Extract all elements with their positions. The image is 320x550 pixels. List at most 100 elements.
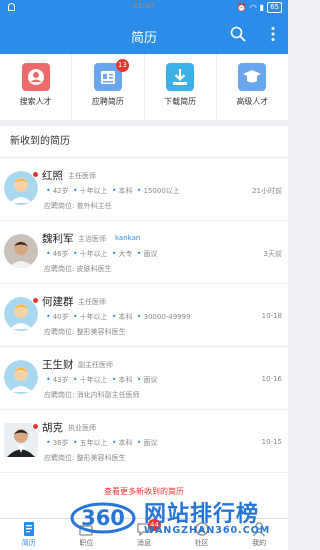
candidate-education: 本科 — [118, 439, 133, 447]
quick-action-downloaded-resumes[interactable]: 下载简历 — [143, 54, 216, 120]
separator-dot: • — [111, 186, 117, 195]
applied-job-label: 应聘岗位: — [44, 328, 75, 336]
download-icon — [166, 63, 195, 91]
separator-dot: • — [46, 438, 51, 447]
quick-action-label: 搜索人才 — [19, 97, 52, 106]
applied-job: 应聘岗位: 消化内科副主任医师 — [44, 390, 140, 400]
applied-job: 应聘岗位: 皮肤科医生 — [44, 264, 112, 274]
separator-dot: • — [72, 249, 78, 258]
tab-label: 消息 — [136, 539, 151, 547]
candidate-age: 43岁 — [52, 376, 69, 384]
alarm-icon: ⏰ — [236, 3, 247, 12]
resume-row[interactable]: 何建群 主任医师 • 40岁 • 十年以上 • 本科 • 30000-49999 应聘岗… — [0, 284, 288, 347]
separator-dot: • — [136, 249, 142, 258]
messages-badge: 44 — [147, 519, 161, 531]
tab-community[interactable]: 社区 — [173, 519, 231, 550]
wifi-icon: ◠ — [249, 3, 257, 12]
applied-job-label: 应聘岗位: — [44, 265, 75, 273]
separator-dot: • — [111, 312, 117, 321]
separator-dot: • — [46, 375, 51, 384]
view-more-link[interactable]: 查看更多新收到的简历 — [0, 486, 288, 497]
candidate-age: 46岁 — [52, 250, 69, 258]
candidate-salary: 面议 — [143, 439, 158, 447]
candidate-meta: • 36岁 • 五年以上 • 本科 • 面议 — [44, 438, 158, 448]
tab-me[interactable]: 我的 — [230, 519, 288, 550]
tab-label: 社区 — [194, 539, 209, 547]
separator-dot: • — [136, 375, 142, 384]
candidate-salary: 30000-49999 — [143, 313, 191, 321]
separator-dot: • — [72, 375, 78, 384]
separator-dot: • — [46, 186, 51, 195]
resume-row[interactable]: 魏利军 主治医师 kankan • 46岁 • 十年以上 • 大专 • 面议 应聘岗位:… — [0, 221, 288, 284]
quick-action-applied-resumes[interactable]: 13 应聘简历 — [71, 54, 143, 120]
applied-job-value: 整形美容科医生 — [76, 454, 126, 462]
applied-job: 应聘岗位: 整形美容科医生 — [44, 327, 126, 337]
tab-resume[interactable]: 简历 — [0, 519, 58, 550]
applied-job-value: 皮肤科医生 — [76, 265, 112, 273]
battery-icon: 65 — [267, 2, 282, 13]
resume-row[interactable]: 胡克 执业医师 • 36岁 • 五年以上 • 本科 • 面议 应聘岗位: 整形美容科医生… — [0, 410, 288, 473]
quick-action-label: 高级人才 — [236, 97, 269, 106]
received-time: 21小时前 — [252, 187, 282, 195]
community-icon — [194, 521, 210, 537]
received-time: 10-15 — [261, 438, 282, 446]
separator-dot: • — [136, 186, 142, 195]
separator-dot: • — [136, 438, 142, 447]
candidate-experience: 十年以上 — [79, 250, 108, 258]
quick-actions: 搜索人才 13 应聘简历 下载简历 高级人才 — [0, 54, 288, 120]
candidate-title: 副主任医师 — [78, 361, 113, 369]
avatar — [4, 360, 38, 394]
search-icon[interactable] — [230, 26, 246, 42]
candidate-education: 本科 — [118, 376, 133, 384]
candidate-meta: • 46岁 • 十年以上 • 大专 • 面议 — [44, 249, 158, 259]
candidate-salary: 面议 — [143, 250, 158, 258]
status-bar: 21:47 ⏰ ◠ ▮ 65 — [0, 0, 288, 16]
candidate-name: 何建群 — [42, 296, 74, 308]
applied-job-value: 消化内科副主任医师 — [76, 391, 140, 399]
candidate-title: 主任医师 — [78, 298, 106, 306]
candidate-salary: 15000以上 — [143, 187, 180, 195]
graduate-icon — [238, 63, 267, 91]
tab-label: 职位 — [79, 539, 94, 547]
tab-messages[interactable]: 44 消息 — [115, 519, 173, 550]
candidate-salary: 面议 — [143, 376, 158, 384]
candidate-age: 40岁 — [52, 313, 69, 321]
quick-action-label: 应聘简历 — [91, 97, 124, 106]
list-title: 新收到的简历 — [0, 126, 288, 158]
separator-dot: • — [111, 438, 117, 447]
resume-row[interactable]: 王生财 副主任医师 • 43岁 • 十年以上 • 本科 • 面议 应聘岗位: 消化内科副… — [0, 347, 288, 410]
separator-dot: • — [136, 312, 142, 321]
resume-list: 新收到的简历 红照 主任医师 • 42岁 • 十年以上 • 本科 • 15000以上 应… — [0, 126, 288, 518]
applied-job-value: 普外科主任 — [76, 202, 112, 210]
quick-action-search-talent[interactable]: 搜索人才 — [0, 54, 71, 120]
tab-jobs[interactable]: 职位 — [58, 519, 116, 550]
candidate-experience: 五年以上 — [79, 439, 108, 447]
search-person-icon — [21, 63, 50, 91]
candidate-title: 执业医师 — [68, 424, 96, 432]
resume-row[interactable]: 红照 主任医师 • 42岁 • 十年以上 • 本科 • 15000以上 应聘岗位: 普外… — [0, 158, 288, 221]
signal-icon: ▮ — [259, 3, 265, 12]
separator-dot: • — [111, 375, 117, 384]
candidate-meta: • 42岁 • 十年以上 • 本科 • 15000以上 — [44, 186, 180, 196]
candidate-name: 王生财 — [42, 359, 74, 371]
avatar — [4, 234, 38, 268]
separator-dot: • — [46, 249, 51, 258]
received-time: 10-18 — [261, 312, 282, 320]
candidate-name: 魏利军 — [42, 233, 74, 245]
applied-job-label: 应聘岗位: — [44, 454, 75, 462]
candidate-experience: 十年以上 — [79, 313, 108, 321]
separator-dot: • — [46, 312, 51, 321]
person-icon — [251, 521, 267, 537]
separator-dot: • — [72, 312, 78, 321]
applied-job: 应聘岗位: 普外科主任 — [44, 201, 112, 211]
candidate-age: 36岁 — [52, 439, 69, 447]
app-bar: 简历 — [0, 16, 288, 54]
resume-tab-icon — [21, 521, 37, 537]
candidate-meta: • 40岁 • 十年以上 • 本科 • 30000-49999 — [44, 312, 191, 322]
quick-action-senior-talent[interactable]: 高级人才 — [215, 54, 288, 120]
separator-dot: • — [72, 186, 78, 195]
more-menu-icon[interactable] — [270, 26, 276, 42]
received-time: 3天前 — [263, 250, 282, 258]
candidate-experience: 十年以上 — [79, 187, 108, 195]
tab-bar: 简历 职位 44 消息 社区 我的 — [0, 518, 288, 550]
